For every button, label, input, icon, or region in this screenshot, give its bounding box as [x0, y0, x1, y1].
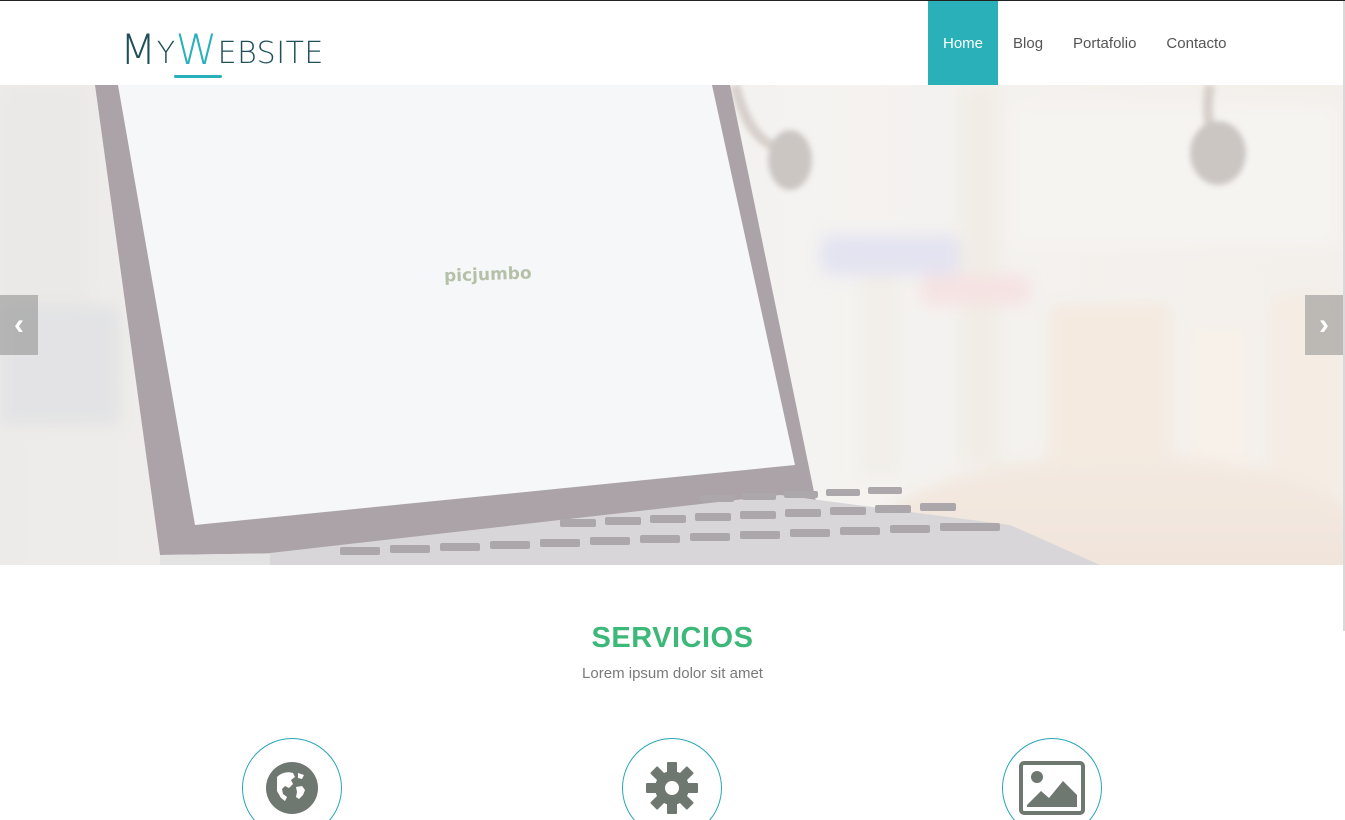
services-title: SERVICIOS: [591, 622, 754, 654]
logo-letter-y: Y: [156, 36, 176, 71]
logo-letter-w: W: [173, 25, 222, 78]
carousel-prev-button[interactable]: ‹: [0, 295, 38, 355]
site-header: M Y W EBSITE Home Blog Portafolio Contac…: [0, 1, 1345, 85]
chevron-right-icon: ›: [1319, 308, 1329, 341]
logo-letter-m: M: [120, 25, 157, 74]
hero-carousel: picjumbo ‹ ›: [0, 85, 1343, 565]
hero-image: picjumbo: [0, 85, 1343, 565]
site-logo[interactable]: M Y W EBSITE: [120, 21, 324, 78]
main-nav: Home Blog Portafolio Contacto: [928, 1, 1241, 85]
nav-home[interactable]: Home: [928, 1, 999, 85]
logo-rest: EBSITE: [217, 36, 324, 71]
service-globe[interactable]: [242, 738, 342, 820]
gear-icon: [646, 762, 698, 814]
carousel-next-button[interactable]: ›: [1305, 295, 1343, 355]
globe-icon: [266, 762, 318, 814]
chevron-left-icon: ‹: [14, 308, 24, 341]
service-image[interactable]: [1002, 738, 1102, 820]
nav-portafolio[interactable]: Portafolio: [1058, 1, 1151, 85]
service-gear[interactable]: [622, 738, 722, 820]
nav-blog[interactable]: Blog: [998, 1, 1058, 85]
nav-contacto[interactable]: Contacto: [1151, 1, 1241, 85]
services-subtitle: Lorem ipsum dolor sit amet: [582, 665, 763, 682]
image-icon: [1019, 761, 1085, 815]
